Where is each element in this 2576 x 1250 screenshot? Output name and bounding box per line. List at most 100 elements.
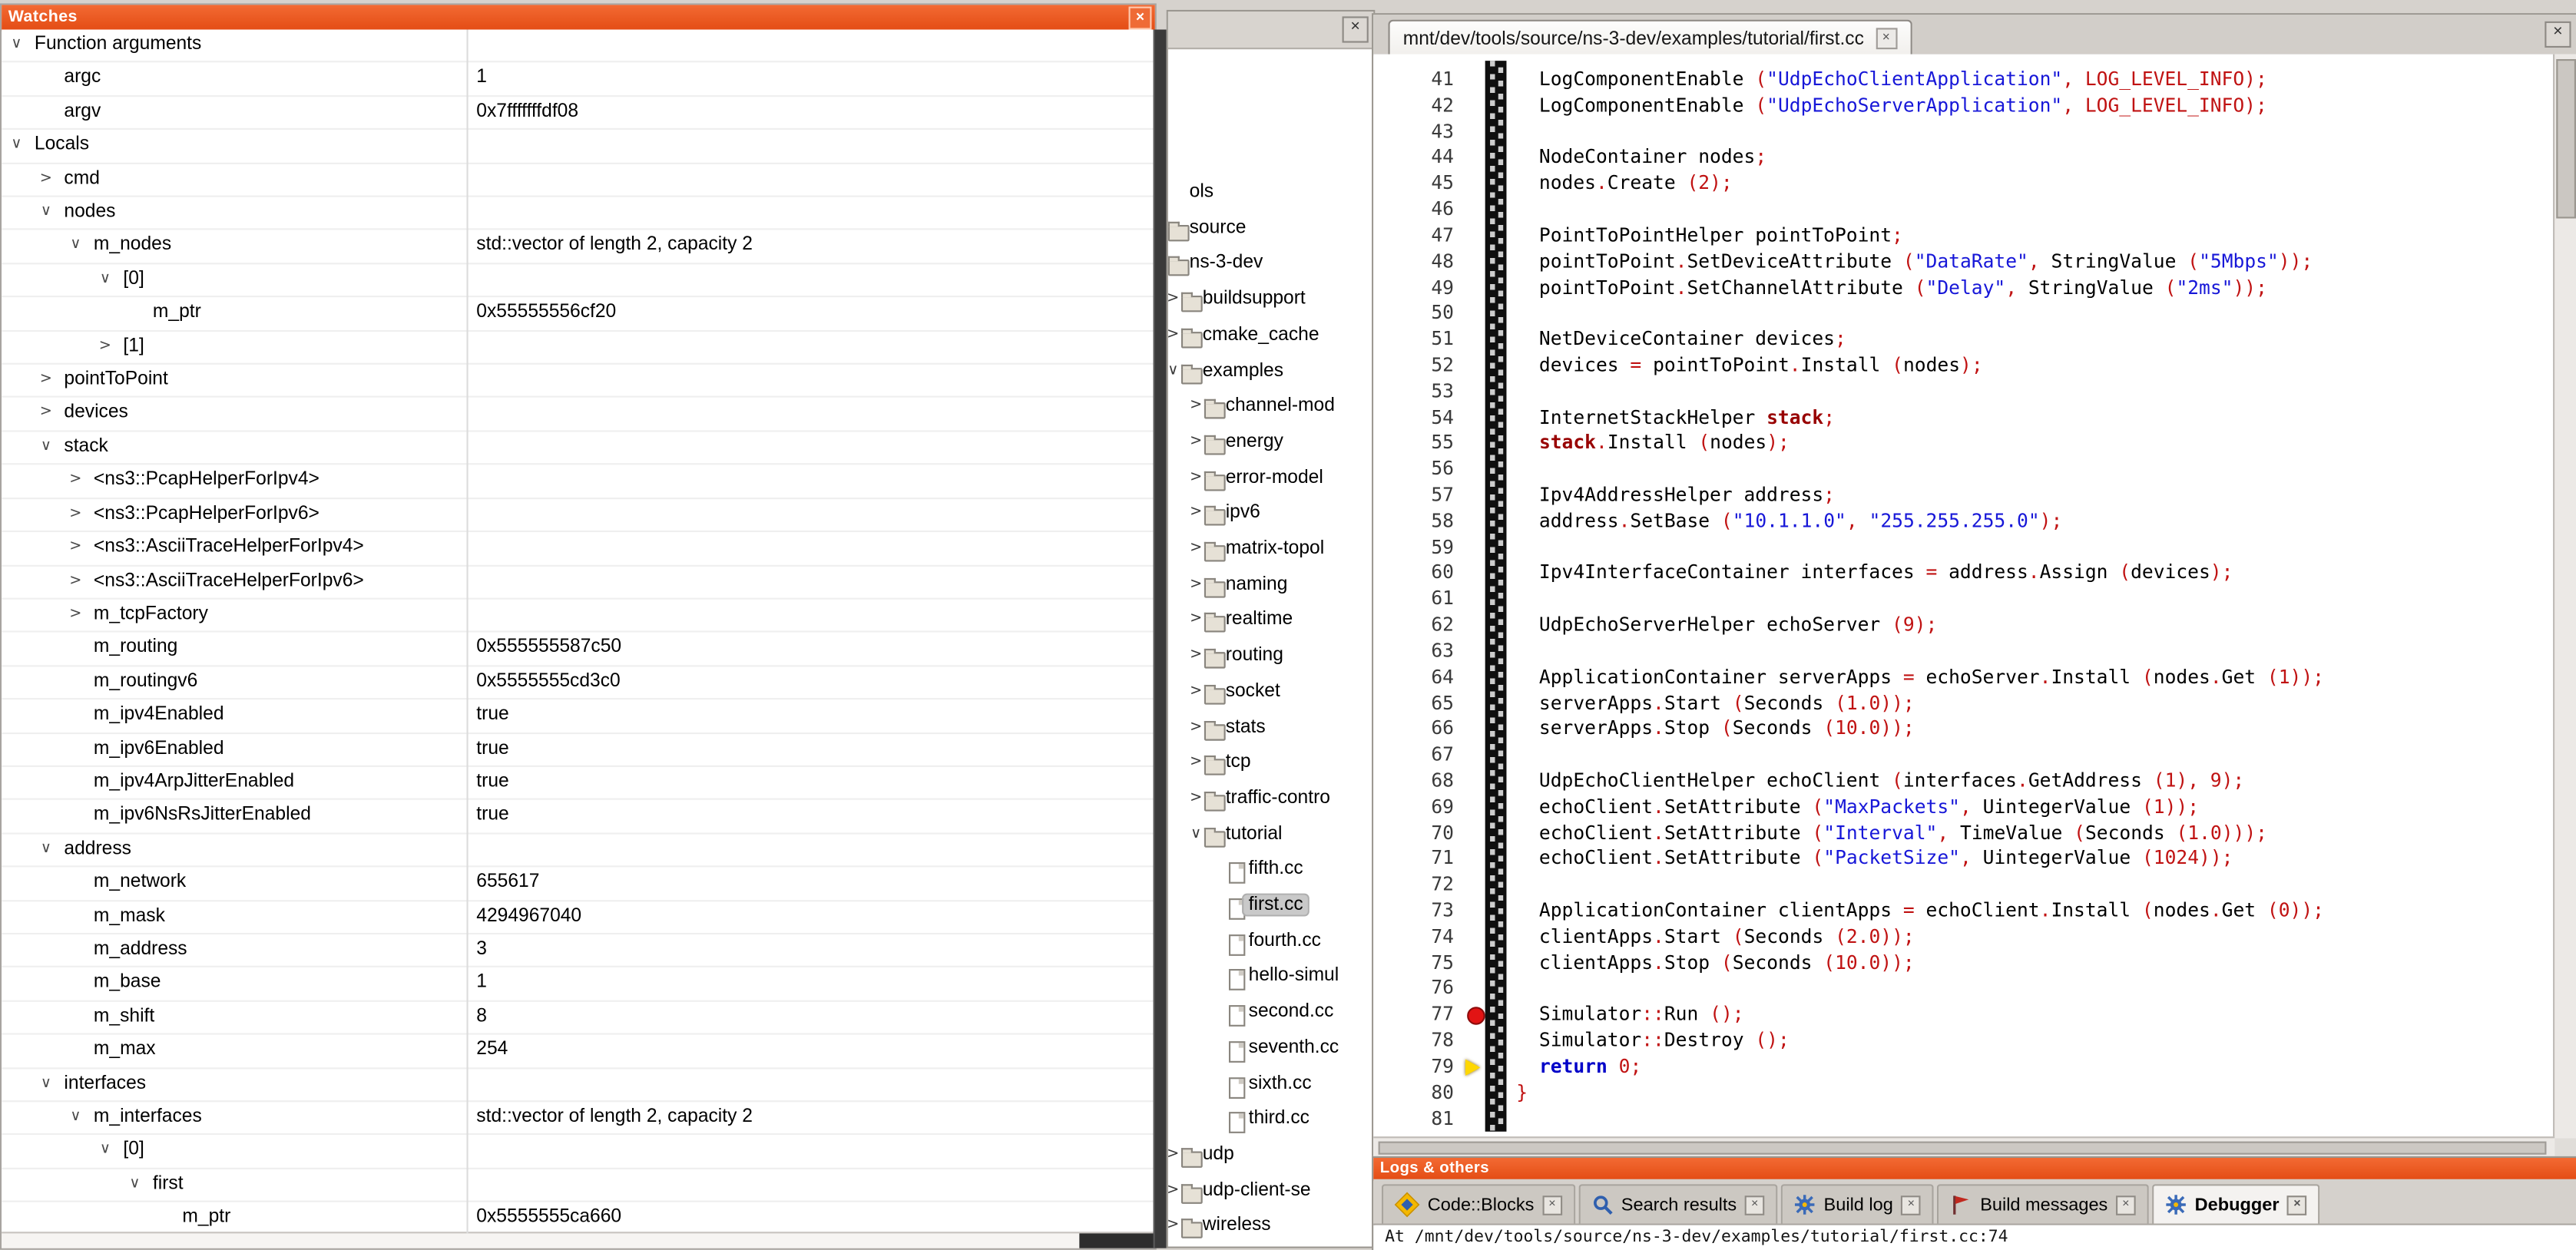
code-line[interactable]: serverApps.Stop (Seconds (10.0)); [1516,716,2324,742]
watch-row[interactable]: ∨stack [2,432,1155,465]
chevron-expanded-icon[interactable]: ∨ [35,197,58,229]
watch-row[interactable]: m_ptr0x55555556cf20 [2,298,1155,332]
tree-item-third-cc[interactable]: third.cc [1168,1106,1373,1139]
editor-tab-first-cc[interactable]: mnt/dev/tools/source/ns-3-dev/examples/t… [1388,20,1911,56]
watch-row[interactable]: m_ipv4Enabledtrue [2,699,1155,733]
code-line[interactable] [1516,301,2324,327]
chevron-expanded-icon[interactable]: ∨ [35,834,58,865]
chevron-collapsed-icon[interactable]: > [1187,469,1204,485]
watch-row[interactable]: m_ptr0x5555555ca660 [2,1202,1155,1233]
watches-horizontal-scrollbar[interactable] [2,1232,1155,1248]
watch-row[interactable]: m_routing0x555555587c50 [2,633,1155,666]
tree-item-socket[interactable]: >socket [1168,678,1373,711]
code-line[interactable] [1516,639,2324,665]
chevron-collapsed-icon[interactable]: > [1187,754,1204,770]
chevron-collapsed-icon[interactable]: > [64,532,87,564]
line-number[interactable]: 69 [1373,795,1467,821]
chevron-collapsed-icon[interactable]: > [1168,1146,1181,1162]
watch-row[interactable]: m_address3 [2,934,1155,968]
tree-item-examples[interactable]: ∨examples [1168,357,1373,390]
chevron-collapsed-icon[interactable]: > [1187,683,1204,699]
watch-row[interactable]: >devices [2,398,1155,432]
tree-item-source[interactable]: source [1168,215,1373,248]
chevron-collapsed-icon[interactable]: > [1187,504,1204,521]
watch-row[interactable]: m_mask4294967040 [2,901,1155,934]
line-number[interactable]: 55 [1373,431,1467,457]
code-line[interactable] [1516,535,2324,561]
editor-pane-close-button[interactable]: × [2545,21,2571,48]
tree-item-udp[interactable]: >udp [1168,1141,1373,1174]
line-number[interactable]: 51 [1373,327,1467,353]
watch-row[interactable]: >pointToPoint [2,365,1155,398]
line-number[interactable]: 70 [1373,821,1467,847]
code-line[interactable]: stack.Install (nodes); [1516,431,2324,457]
code-line[interactable]: clientApps.Stop (Seconds (10.0)); [1516,951,2324,977]
chevron-collapsed-icon[interactable]: > [1168,1218,1181,1234]
tree-item-channel-mod[interactable]: >channel-mod [1168,393,1373,426]
watch-row[interactable]: argv0x7fffffffdf08 [2,97,1155,131]
code-line[interactable]: echoClient.SetAttribute ("Interval", Tim… [1516,821,2324,847]
scrollbar-thumb[interactable] [1379,1142,2547,1155]
chevron-expanded-icon[interactable]: ∨ [35,1069,58,1100]
line-number[interactable]: 56 [1373,457,1467,483]
watch-row[interactable]: argc1 [2,63,1155,97]
watch-row[interactable]: ><ns3::AsciiTraceHelperForIpv6> [2,566,1155,600]
tree-item-second-cc[interactable]: second.cc [1168,999,1373,1032]
logs-tab-close-icon[interactable]: × [2116,1195,2136,1215]
line-number[interactable]: 43 [1373,119,1467,145]
line-number[interactable]: 71 [1373,846,1467,872]
code-line[interactable] [1516,1106,2324,1133]
tree-item-udp-client-se[interactable]: >udp-client-se [1168,1177,1373,1210]
tree-item-fourth-cc[interactable]: fourth.cc [1168,928,1373,961]
line-number[interactable]: 62 [1373,613,1467,639]
watch-row[interactable]: ∨Function arguments [2,30,1155,64]
chevron-collapsed-icon[interactable]: > [35,164,58,195]
code-line[interactable]: address.SetBase ("10.1.1.0", "255.255.25… [1516,509,2324,535]
tree-close-button[interactable]: × [1343,16,1369,42]
tree-item-first-cc[interactable]: first.cc [1168,891,1373,924]
chevron-collapsed-icon[interactable]: > [94,331,117,362]
tree-item-fifth-cc[interactable]: fifth.cc [1168,856,1373,889]
line-number[interactable]: 42 [1373,94,1467,120]
tree-item-traffic-contro[interactable]: >traffic-contro [1168,785,1373,818]
chevron-collapsed-icon[interactable]: > [1168,326,1181,342]
watch-row[interactable]: m_ipv4ArpJitterEnabledtrue [2,767,1155,801]
chevron-collapsed-icon[interactable]: > [1187,398,1204,414]
chevron-collapsed-icon[interactable]: > [1187,647,1204,663]
watch-row[interactable]: >[1] [2,331,1155,365]
code-line[interactable] [1516,872,2324,898]
watch-row[interactable]: m_network655617 [2,868,1155,901]
line-number[interactable]: 46 [1373,197,1467,223]
chevron-expanded-icon[interactable]: ∨ [94,264,117,296]
chevron-expanded-icon[interactable]: ∨ [123,1169,146,1201]
chevron-collapsed-icon[interactable]: > [64,566,87,597]
logs-tab-build-messages[interactable]: Build messages× [1938,1184,2149,1223]
tree-item-wireless[interactable]: >wireless [1168,1212,1373,1245]
watch-row[interactable]: ∨m_interfacesstd::vector of length 2, ca… [2,1102,1155,1136]
chevron-collapsed-icon[interactable]: > [1187,576,1204,592]
line-number[interactable]: 59 [1373,535,1467,561]
editor-vertical-scrollbar[interactable] [2553,55,2576,1139]
watch-row[interactable]: ∨m_nodesstd::vector of length 2, capacit… [2,230,1155,264]
code-line[interactable]: Simulator::Run (); [1516,1002,2324,1028]
code-line[interactable]: ApplicationContainer serverApps = echoSe… [1516,665,2324,691]
line-number[interactable]: 78 [1373,1028,1467,1054]
chevron-collapsed-icon[interactable]: > [1187,612,1204,628]
chevron-expanded-icon[interactable]: ∨ [35,432,58,463]
code-line[interactable]: echoClient.SetAttribute ("PacketSize", U… [1516,846,2324,872]
tree-item-routing[interactable]: >routing [1168,643,1373,676]
code-line[interactable]: NetDeviceContainer devices; [1516,327,2324,353]
code-line[interactable]: UdpEchoClientHelper echoClient (interfac… [1516,769,2324,795]
chevron-collapsed-icon[interactable]: > [35,365,58,396]
watches-titlebar[interactable]: Watches × [2,5,1155,31]
watch-row[interactable]: m_max254 [2,1035,1155,1069]
logs-tab-close-icon[interactable]: × [1542,1195,1562,1215]
code-line[interactable]: Ipv4InterfaceContainer interfaces = addr… [1516,561,2324,587]
chevron-collapsed-icon[interactable]: > [64,465,87,497]
chevron-collapsed-icon[interactable]: > [1187,433,1204,449]
tree-item-cmake-cache[interactable]: >cmake_cache [1168,322,1373,355]
line-number[interactable]: 81 [1373,1106,1467,1133]
chevron-expanded-icon[interactable]: ∨ [64,1102,87,1133]
line-number[interactable]: 45 [1373,171,1467,197]
watch-row[interactable]: ∨[0] [2,1136,1155,1169]
